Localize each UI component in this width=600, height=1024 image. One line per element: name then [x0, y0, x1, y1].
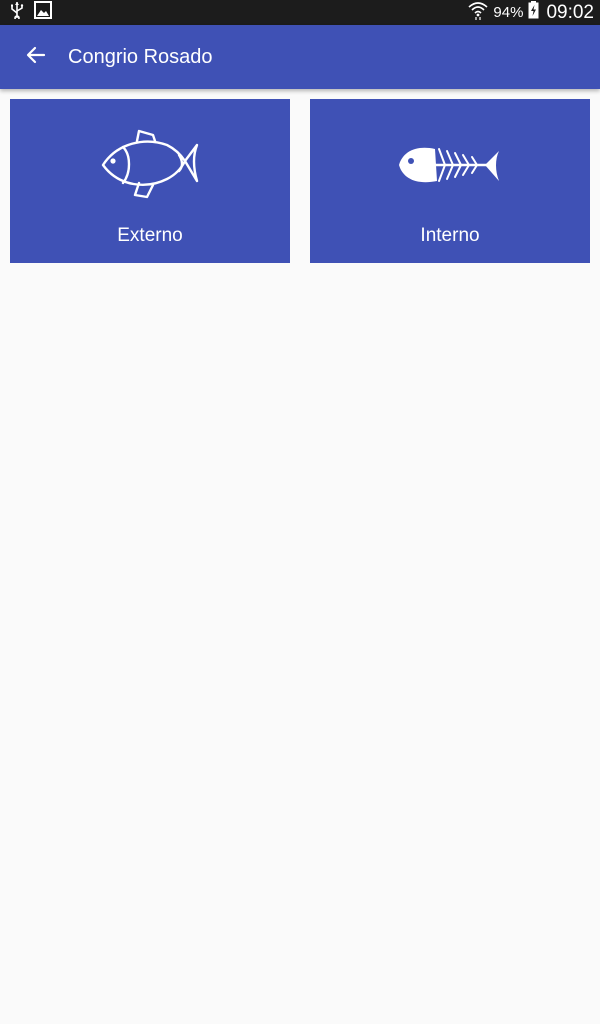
- category-grid: Externo Interno: [10, 99, 590, 263]
- page-title: Congrio Rosado: [68, 45, 213, 68]
- fish-skeleton-icon: [395, 125, 505, 201]
- fish-outline-icon: [95, 125, 205, 201]
- back-button[interactable]: [10, 31, 62, 83]
- tile-label-interno: Interno: [420, 225, 480, 246]
- tile-interno[interactable]: Interno: [310, 99, 590, 263]
- status-right: 94% 09:02: [468, 0, 594, 25]
- arrow-back-icon: [26, 45, 46, 70]
- status-bar: 94% 09:02: [0, 0, 600, 25]
- wifi-icon: [468, 0, 488, 25]
- image-icon: [34, 1, 52, 24]
- tile-label-externo: Externo: [117, 225, 183, 246]
- status-time: 09:02: [546, 1, 594, 23]
- app-bar: Congrio Rosado: [0, 25, 600, 89]
- status-left: [10, 1, 52, 24]
- battery-charging-icon: [528, 1, 539, 24]
- battery-percent: 94%: [493, 4, 524, 21]
- tile-externo[interactable]: Externo: [10, 99, 290, 263]
- usb-icon: [10, 1, 24, 24]
